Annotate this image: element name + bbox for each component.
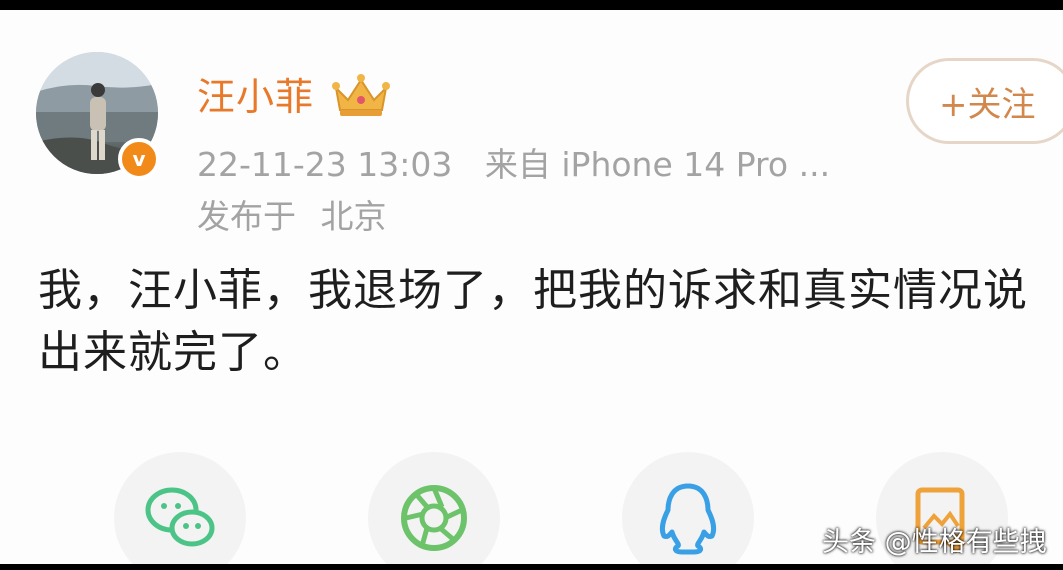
crown-icon — [332, 74, 390, 116]
follow-button-label: +关注 — [939, 84, 1036, 125]
post-location: 发布于 北京 — [197, 190, 387, 238]
share-qq-button[interactable] — [622, 452, 754, 564]
post-text-line: 出来就完了。 — [38, 327, 308, 378]
share-wechat-button[interactable] — [114, 452, 246, 564]
v-verified-icon: v — [118, 138, 160, 180]
wechat-icon — [145, 487, 215, 547]
location-prefix: 发布于 — [197, 197, 296, 236]
post-meta: 22-11-23 13:03 来自 iPhone 14 Pro ... — [197, 138, 830, 186]
location-city: 北京 — [320, 197, 387, 236]
post-text-line: 我，汪小菲，我退场了，把我的诉求和真实情况说 — [38, 265, 1028, 316]
watermark: 头条 @性格有些拽 — [822, 527, 1047, 558]
moments-icon — [401, 485, 467, 551]
weibo-post-card: v 汪小菲 22-11-23 13:03 来自 iPhone 14 Pro ..… — [0, 10, 1063, 564]
share-moments-button[interactable] — [368, 452, 500, 564]
username[interactable]: 汪小菲 — [197, 66, 314, 121]
post-timestamp: 22-11-23 13:03 — [197, 145, 453, 184]
post-source: 来自 iPhone 14 Pro ... — [484, 145, 831, 184]
post-content: 我，汪小菲，我退场了，把我的诉求和真实情况说 出来就完了。 — [38, 260, 1058, 384]
follow-button[interactable]: +关注 — [906, 58, 1063, 144]
qq-icon — [659, 483, 717, 555]
